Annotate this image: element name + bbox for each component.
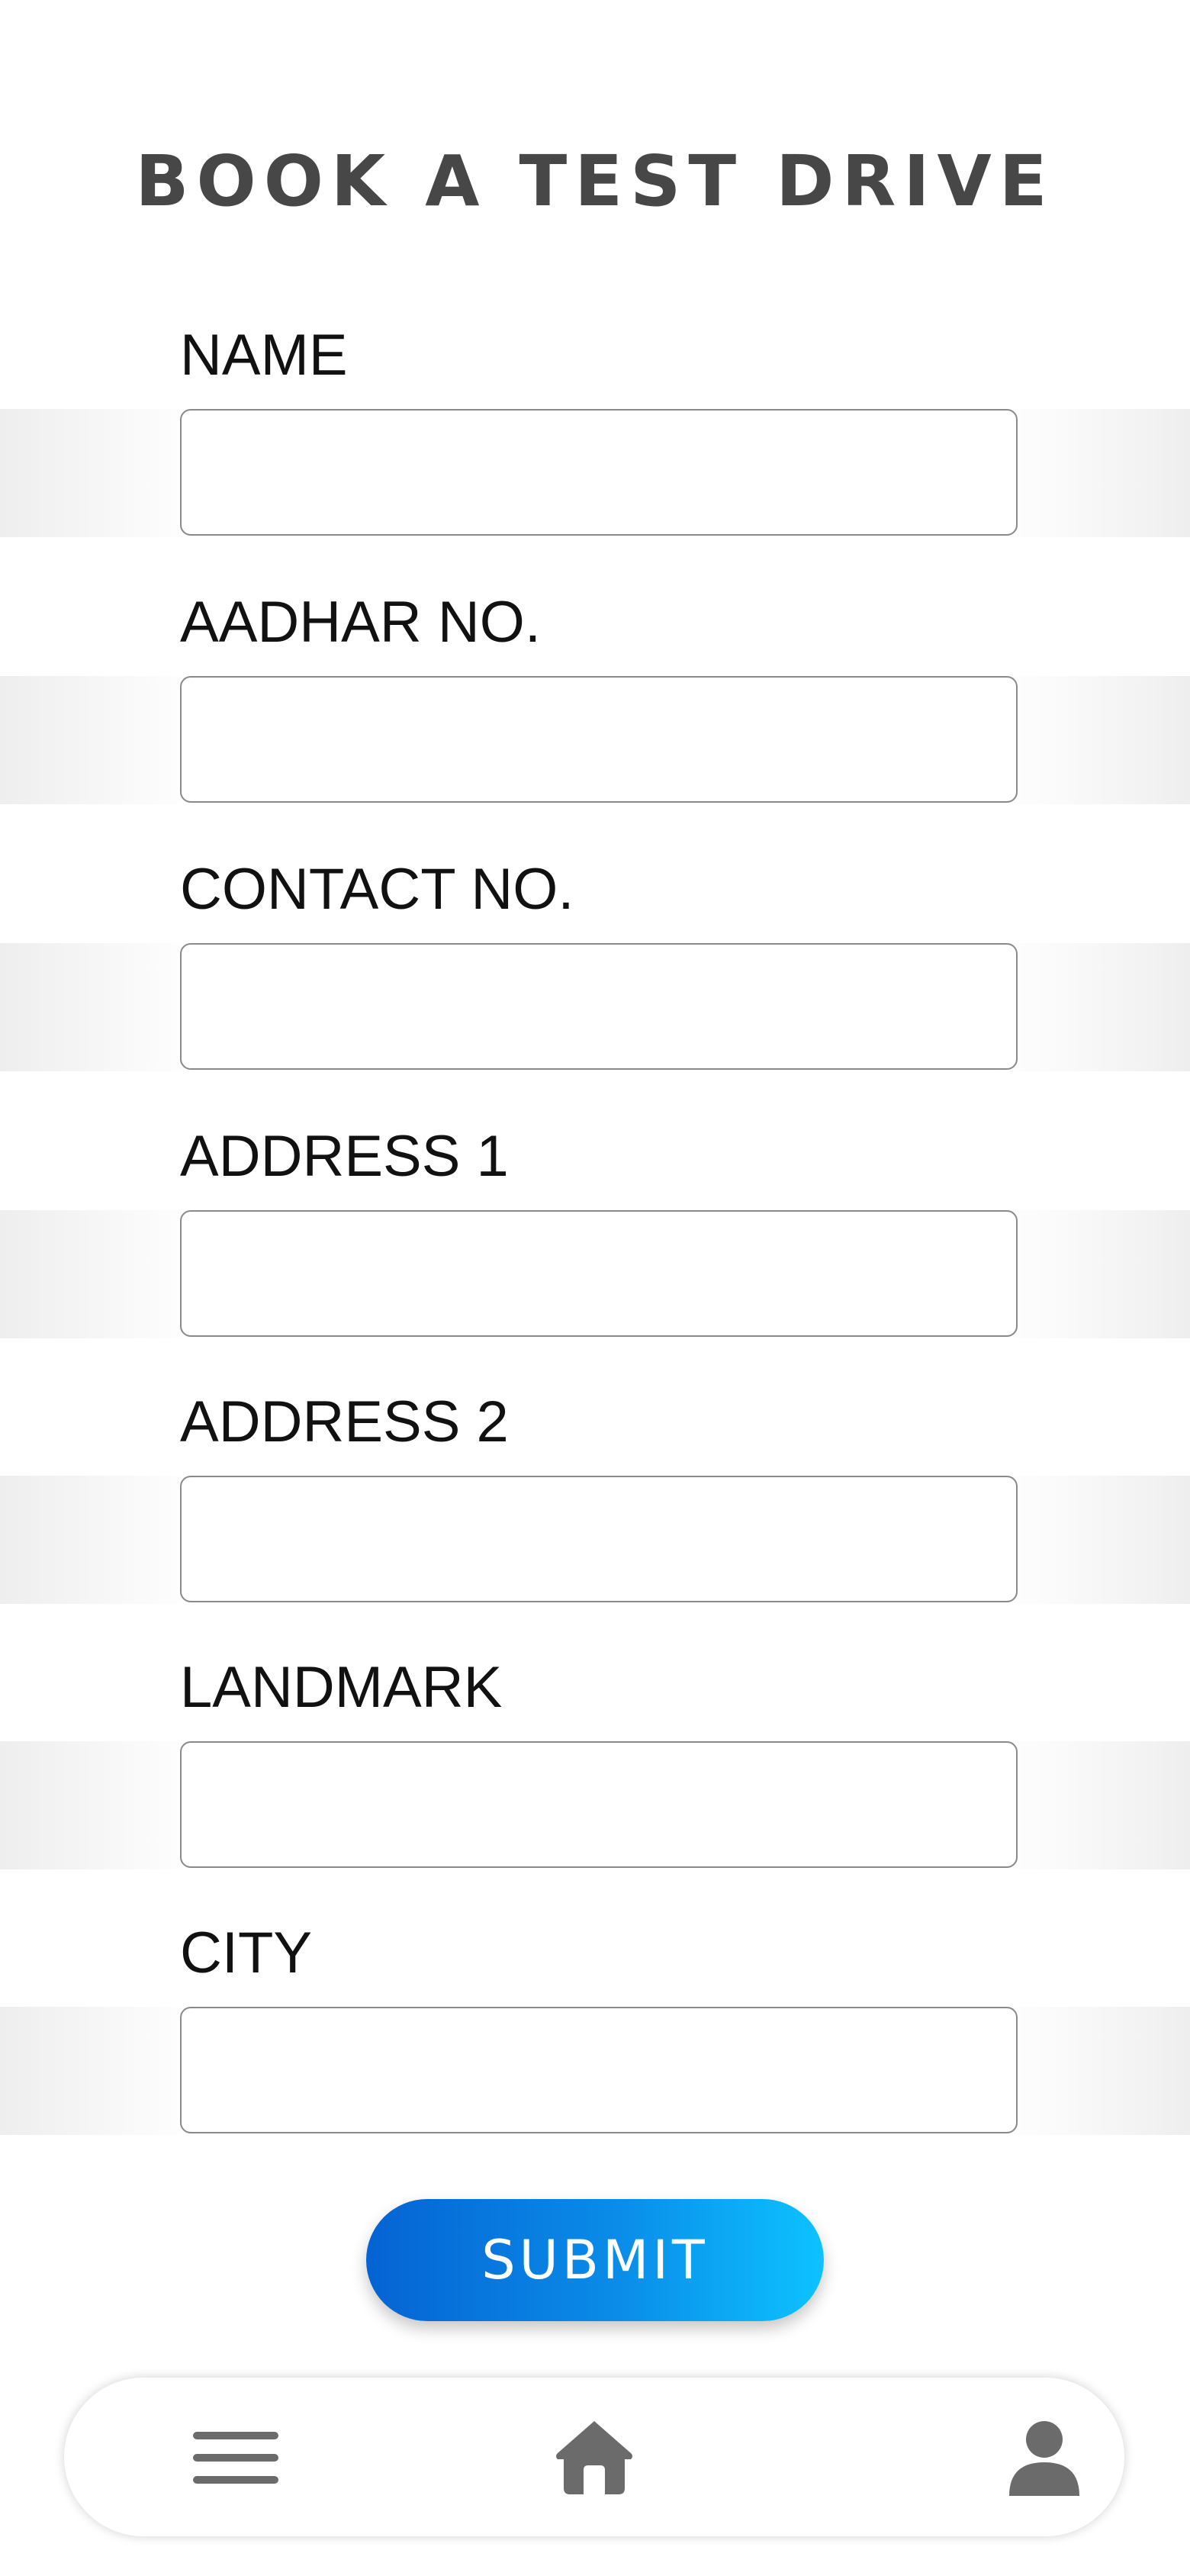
profile-icon <box>1009 2421 1079 2496</box>
aadhar-field-group: AADHAR NO. <box>0 577 1190 842</box>
landmark-label: LANDMARK <box>180 1655 503 1720</box>
page-title: BOOK A TEST DRIVE <box>135 140 1055 222</box>
address2-field-group: ADDRESS 2 <box>0 1377 1190 1642</box>
home-icon <box>556 2421 632 2494</box>
address1-label: ADDRESS 1 <box>180 1124 509 1189</box>
address2-input[interactable] <box>180 1476 1018 1602</box>
aadhar-label: AADHAR NO. <box>180 590 541 655</box>
name-label: NAME <box>180 323 348 388</box>
address1-field-group: ADDRESS 1 <box>0 1111 1190 1377</box>
nav-home-button[interactable] <box>545 2408 644 2507</box>
nav-menu-button[interactable] <box>186 2408 285 2507</box>
nav-profile-button[interactable] <box>995 2408 1094 2507</box>
aadhar-input[interactable] <box>180 676 1018 803</box>
address1-input[interactable] <box>180 1210 1018 1337</box>
contact-input[interactable] <box>180 943 1018 1070</box>
address2-label: ADDRESS 2 <box>180 1389 509 1454</box>
name-field-group: NAME <box>0 310 1190 575</box>
menu-icon <box>193 2432 278 2484</box>
contact-label: CONTACT NO. <box>180 857 574 922</box>
contact-field-group: CONTACT NO. <box>0 844 1190 1109</box>
city-input[interactable] <box>180 2007 1018 2133</box>
city-field-group: CITY <box>0 1908 1190 2173</box>
city-label: CITY <box>180 1921 313 1985</box>
landmark-input[interactable] <box>180 1741 1018 1868</box>
name-input[interactable] <box>180 409 1018 536</box>
submit-button[interactable]: SUBMIT <box>366 2199 824 2321</box>
bottom-nav <box>64 2378 1124 2536</box>
landmark-field-group: LANDMARK <box>0 1642 1190 1908</box>
